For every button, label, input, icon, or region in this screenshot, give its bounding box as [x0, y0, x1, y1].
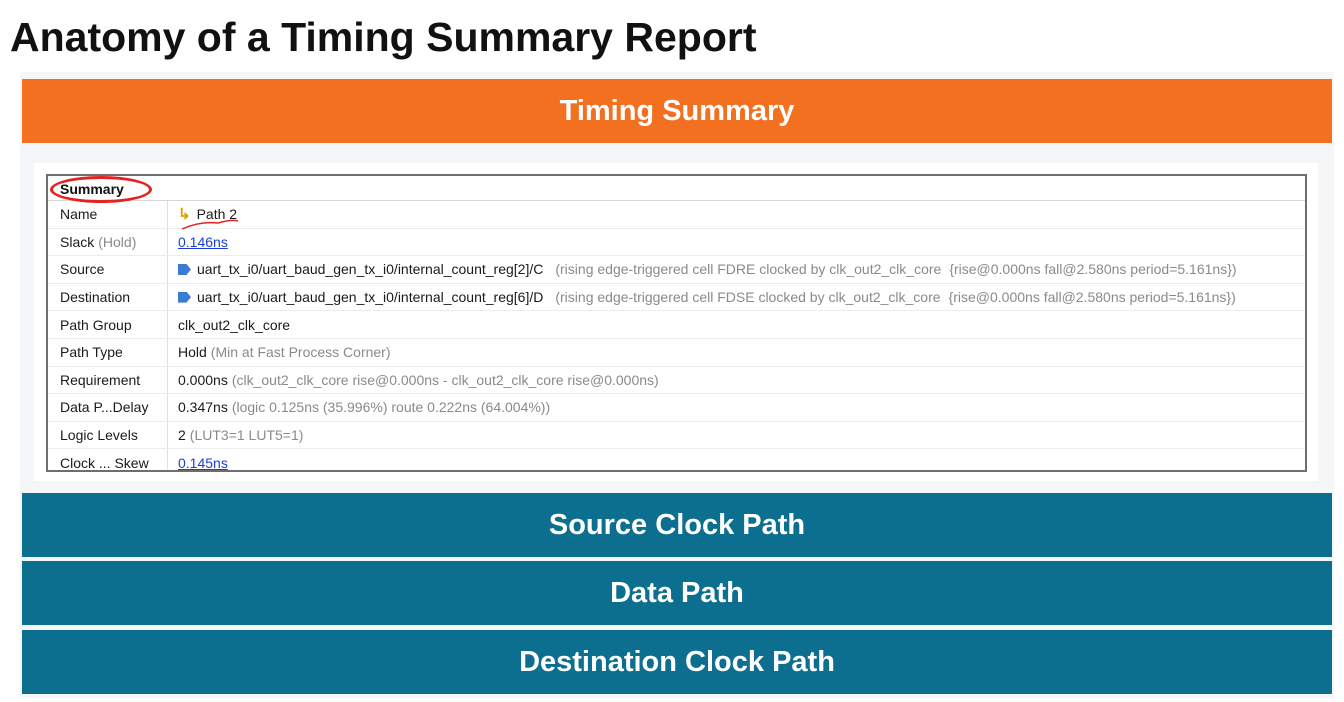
row-source-value[interactable]: uart_tx_i0/uart_baud_gen_tx_i0/internal_… — [168, 261, 1237, 277]
row-path-type-label: Path Type — [48, 338, 168, 366]
row-destination-value[interactable]: uart_tx_i0/uart_baud_gen_tx_i0/internal_… — [168, 289, 1236, 305]
row-logic-levels-label: Logic Levels — [48, 421, 168, 449]
timing-summary-report: Summary Name ↳ Path 2 Slack (Hold) 0.146… — [46, 174, 1307, 472]
row-path-group-value: clk_out2_clk_core — [178, 316, 291, 333]
row-destination: Destination uart_tx_i0/uart_baud_gen_tx_… — [48, 283, 1305, 312]
row-clock-skew-value[interactable]: 0.145ns — [168, 455, 228, 470]
annotation-circle — [50, 176, 152, 203]
row-name-value[interactable]: ↳ Path 2 — [168, 205, 239, 230]
row-path-group: Path Group clk_out2_clk_core — [48, 311, 1305, 339]
row-destination-label: Destination — [48, 283, 168, 311]
destination-detail: (rising edge-triggered cell FDSE clocked… — [555, 289, 941, 306]
data-path-label: Data Path — [610, 576, 744, 609]
row-clock-skew-label: Clock ... Skew — [48, 449, 168, 470]
source-pin[interactable]: uart_tx_i0/uart_baud_gen_tx_i0/internal_… — [197, 261, 543, 277]
page-title: Anatomy of a Timing Summary Report — [10, 14, 757, 60]
row-source: Source uart_tx_i0/uart_baud_gen_tx_i0/in… — [48, 256, 1305, 284]
row-requirement-value: 0.000ns (clk_out2_clk_core rise@0.000ns … — [168, 372, 659, 388]
row-slack-value[interactable]: 0.146ns — [168, 234, 228, 250]
row-source-label: Source — [48, 256, 168, 283]
source-clock-path-label: Source Clock Path — [548, 508, 806, 541]
row-name-label: Name — [48, 201, 168, 228]
row-data-path-delay: Data P...Delay 0.347ns (logic 0.125ns (3… — [48, 394, 1305, 422]
destination-clock-path-band: Destination Clock Path — [22, 630, 1332, 694]
pin-icon — [178, 263, 191, 275]
data-path-delay-detail: (logic 0.125ns (35.996%) route 0.222ns (… — [231, 399, 551, 416]
data-path-band: Data Path — [22, 561, 1332, 625]
source-detail: (rising edge-triggered cell FDRE clocked… — [555, 261, 942, 278]
destination-pin[interactable]: uart_tx_i0/uart_baud_gen_tx_i0/internal_… — [197, 289, 543, 305]
row-name: Name ↳ Path 2 — [48, 201, 1305, 230]
data-path-delay-value: 0.347ns — [178, 399, 228, 416]
destination-detail-timing: {rise@0.000ns fall@2.580ns period=5.161n… — [948, 289, 1236, 306]
destination-clock-path-label: Destination Clock Path — [519, 645, 835, 678]
row-clock-skew: Clock ... Skew 0.145ns — [48, 449, 1305, 470]
row-logic-levels: Logic Levels 2 (LUT3=1 LUT5=1) — [48, 421, 1305, 450]
row-data-path-delay-label: Data P...Delay — [48, 394, 168, 421]
row-path-type-value: Hold (Min at Fast Process Corner) — [168, 344, 391, 360]
timing-summary-band-label: Timing Summary — [559, 94, 795, 127]
row-path-group-label: Path Group — [48, 311, 168, 338]
requirement-value: 0.000ns — [178, 371, 228, 388]
path-type-value: Hold — [178, 344, 207, 361]
clock-skew-link[interactable]: 0.145ns — [178, 455, 228, 470]
requirement-detail: (clk_out2_clk_core rise@0.000ns - clk_ou… — [231, 371, 659, 388]
row-requirement-label: Requirement — [48, 366, 168, 394]
slack-label: Slack — [60, 233, 95, 250]
slack-link[interactable]: 0.146ns — [178, 234, 228, 250]
source-clock-path-band: Source Clock Path — [22, 493, 1332, 557]
logic-levels-detail: (LUT3=1 LUT5=1) — [189, 427, 304, 444]
pin-icon — [178, 291, 191, 303]
path-type-detail: (Min at Fast Process Corner) — [210, 344, 391, 361]
source-detail-timing: {rise@0.000ns fall@2.580ns period=5.161n… — [949, 261, 1237, 278]
row-slack: Slack (Hold) 0.146ns — [48, 228, 1305, 257]
slack-label-suffix: (Hold) — [98, 233, 137, 250]
row-logic-levels-value: 2 (LUT3=1 LUT5=1) — [168, 427, 303, 443]
timing-summary-band: Timing Summary — [22, 79, 1332, 143]
summary-header: Summary — [48, 176, 1305, 203]
logic-levels-value: 2 — [178, 427, 186, 444]
row-path-type: Path Type Hold (Min at Fast Process Corn… — [48, 338, 1305, 367]
annotation-scribble — [181, 219, 239, 230]
row-data-path-delay-value: 0.347ns (logic 0.125ns (35.996%) route 0… — [168, 399, 550, 415]
row-requirement: Requirement 0.000ns (clk_out2_clk_core r… — [48, 366, 1305, 395]
row-slack-label: Slack (Hold) — [48, 228, 168, 256]
